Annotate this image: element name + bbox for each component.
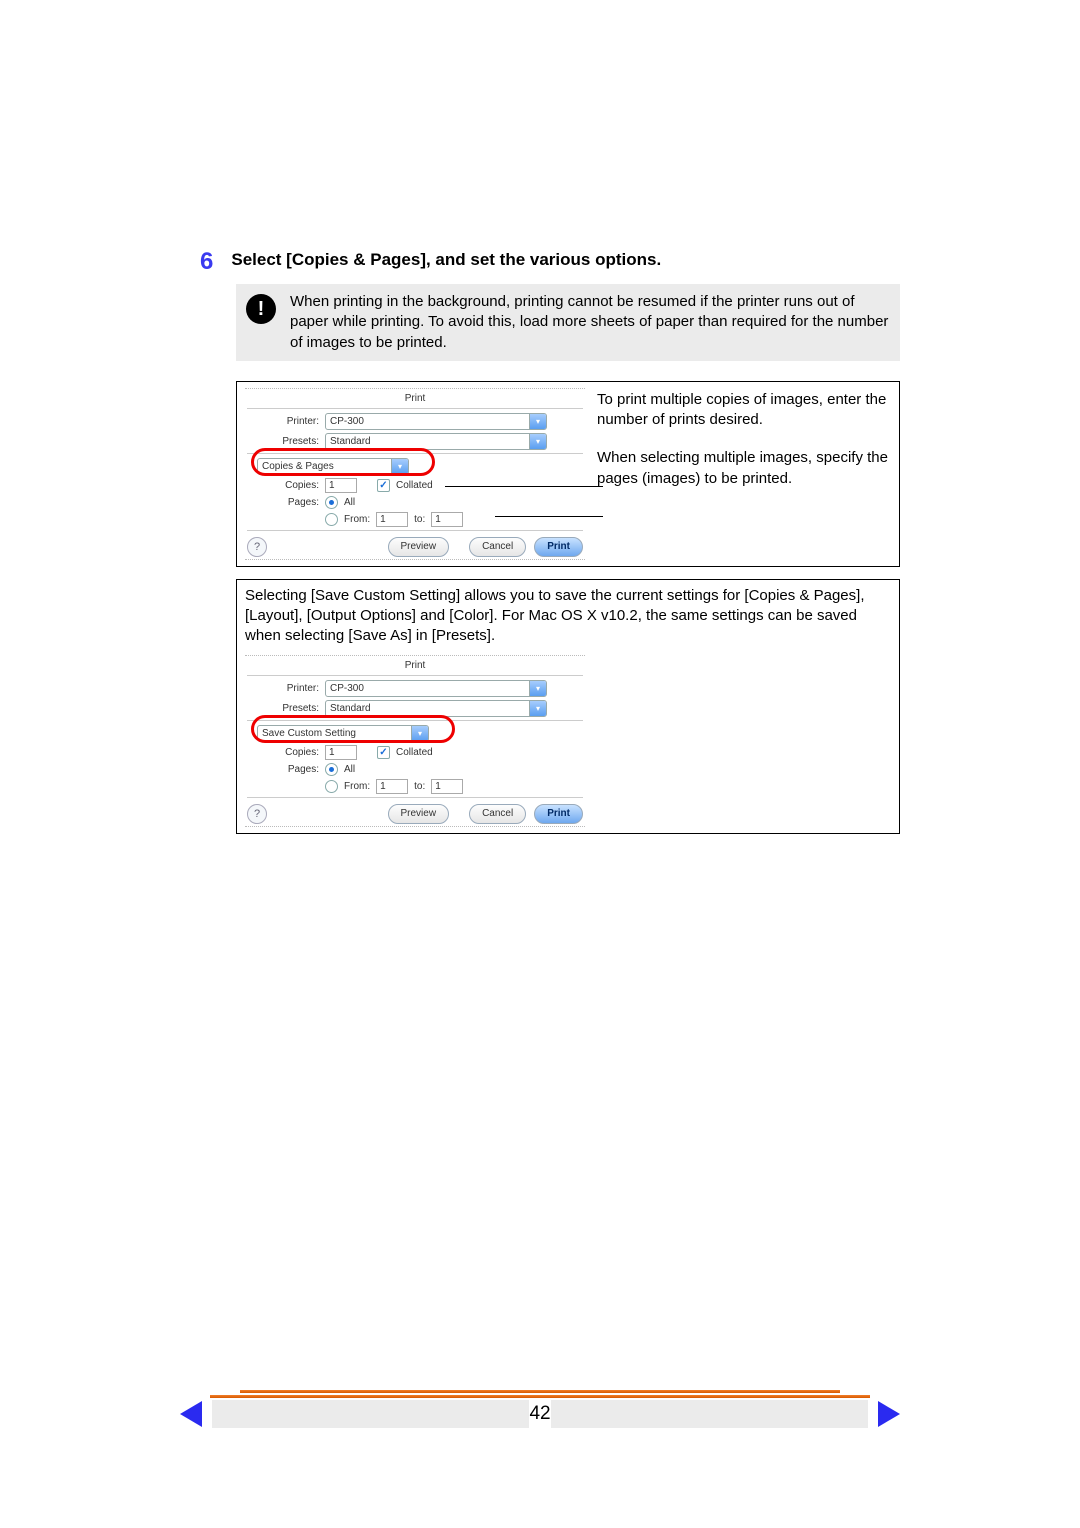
collated-checkbox[interactable]: ✓ [377,479,390,492]
dropdown-arrow-icon: ▾ [411,726,428,741]
print-button[interactable]: Print [534,804,583,824]
printer-label: Printer: [247,416,319,427]
collated-label: Collated [396,747,433,758]
section-select[interactable]: Copies & Pages▾ [257,458,409,475]
dropdown-arrow-icon: ▾ [529,434,546,449]
cancel-button[interactable]: Cancel [469,804,526,824]
dropdown-arrow-icon: ▾ [529,701,546,716]
pages-from-radio[interactable] [325,780,338,793]
dropdown-arrow-icon: ▾ [391,459,408,474]
footer-decor [551,1400,868,1428]
pages-all-label: All [344,497,355,508]
presets-select[interactable]: Standard▾ [325,433,547,450]
printer-label: Printer: [247,683,319,694]
section-select[interactable]: Save Custom Setting▾ [257,725,429,742]
pages-from-radio[interactable] [325,513,338,526]
preview-button[interactable]: Preview [388,804,450,824]
print-button[interactable]: Print [534,537,583,557]
print-dialog-2: Print Printer: CP-300▾ Presets: Standard… [245,655,585,827]
copies-input[interactable]: 1 [325,478,357,493]
step-number: 6 [200,250,213,274]
pages-label: Pages: [247,764,319,775]
copies-label: Copies: [247,747,319,758]
figure-frame-2: Selecting [Save Custom Setting] allows y… [236,579,900,834]
pages-from-input[interactable]: 1 [376,512,408,527]
help-button[interactable]: ? [247,537,267,557]
step-title: Select [Copies & Pages], and set the var… [231,250,661,270]
callout-pages: When selecting multiple images, specify … [597,448,891,489]
dialog-title: Print [247,393,583,404]
pages-to-input[interactable]: 1 [431,512,463,527]
warning-note: ! When printing in the background, print… [236,284,900,361]
presets-select[interactable]: Standard▾ [325,700,547,717]
frame2-text: Selecting [Save Custom Setting] allows y… [245,586,891,647]
footer-decor [212,1400,529,1428]
warning-text: When printing in the background, printin… [290,292,890,353]
pages-label: Pages: [247,497,319,508]
presets-label: Presets: [247,436,319,447]
collated-checkbox[interactable]: ✓ [377,746,390,759]
pages-to-label: to: [414,781,425,792]
callout-copies: To print multiple copies of images, ente… [597,390,891,431]
pages-to-label: to: [414,514,425,525]
pages-all-radio[interactable] [325,496,338,509]
prev-page-icon[interactable] [180,1401,202,1427]
presets-label: Presets: [247,703,319,714]
page-footer: 42 [180,1390,900,1428]
cancel-button[interactable]: Cancel [469,537,526,557]
collated-label: Collated [396,480,433,491]
help-button[interactable]: ? [247,804,267,824]
printer-select[interactable]: CP-300▾ [325,413,547,430]
pages-from-label: From: [344,781,370,792]
pages-all-label: All [344,764,355,775]
page-number: 42 [529,1403,550,1425]
callout-leader [495,516,603,517]
pages-all-radio[interactable] [325,763,338,776]
next-page-icon[interactable] [878,1401,900,1427]
pages-from-label: From: [344,514,370,525]
pages-to-input[interactable]: 1 [431,779,463,794]
preview-button[interactable]: Preview [388,537,450,557]
pages-from-input[interactable]: 1 [376,779,408,794]
figure-frame-1: Print Printer: CP-300▾ Presets: Standard… [236,381,900,567]
warning-icon: ! [246,294,276,324]
printer-select[interactable]: CP-300▾ [325,680,547,697]
print-dialog-1: Print Printer: CP-300▾ Presets: Standard… [245,388,585,560]
dropdown-arrow-icon: ▾ [529,414,546,429]
dialog-title: Print [247,660,583,671]
copies-input[interactable]: 1 [325,745,357,760]
dropdown-arrow-icon: ▾ [529,681,546,696]
copies-label: Copies: [247,480,319,491]
callout-leader [445,486,603,487]
